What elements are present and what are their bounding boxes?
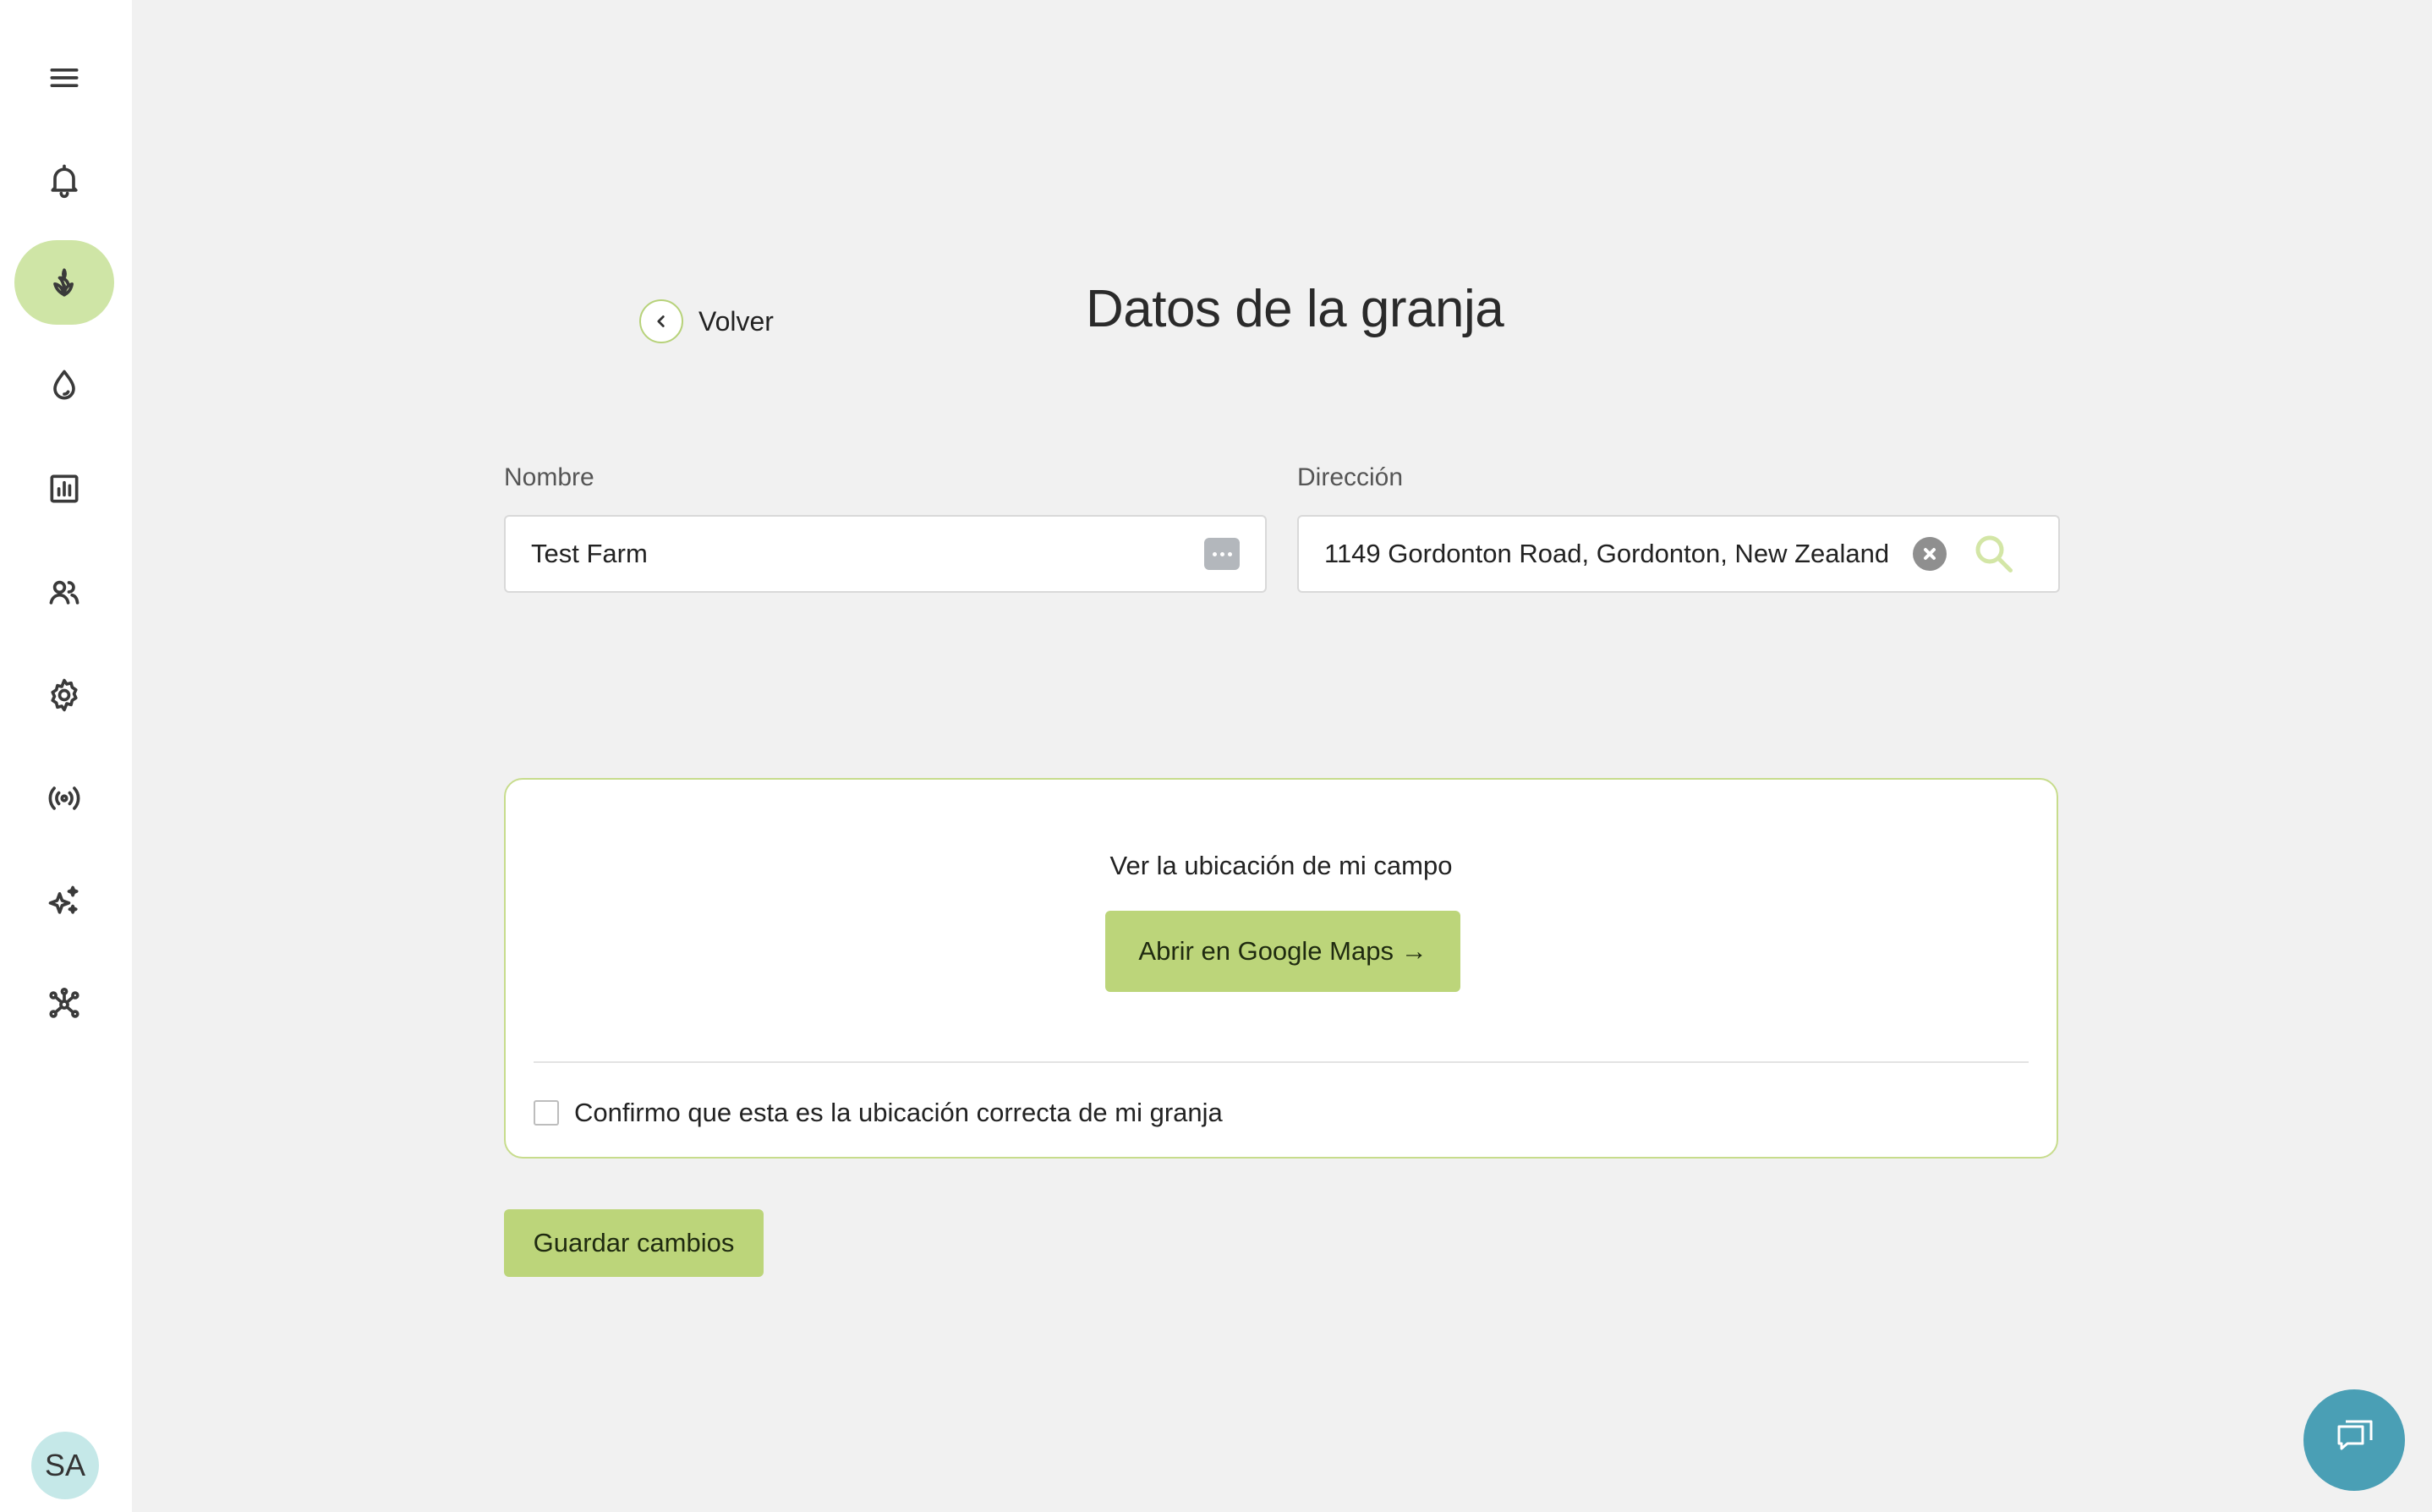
chart-icon: [50, 474, 79, 503]
chat-button[interactable]: [2303, 1389, 2405, 1491]
menu-button[interactable]: [14, 36, 114, 120]
menu-icon: [50, 68, 79, 87]
back-button[interactable]: Volver: [639, 299, 774, 343]
plant-icon: [53, 268, 74, 297]
search-icon[interactable]: [1972, 532, 2016, 576]
chat-icon: [2337, 1420, 2373, 1450]
water-drop-icon: [53, 370, 75, 400]
users-icon: [49, 580, 79, 605]
name-field[interactable]: [531, 539, 1196, 569]
page-title: Datos de la granja: [1086, 280, 1504, 338]
confirm-location-label: Confirmo que esta es la ubicación correc…: [574, 1098, 1223, 1127]
back-label: Volver: [698, 305, 774, 337]
sidebar-item-ai[interactable]: [14, 859, 114, 944]
sidebar: SA: [0, 0, 132, 1512]
sidebar-item-sensors[interactable]: [14, 756, 114, 841]
sidebar-item-settings[interactable]: [14, 653, 114, 737]
signal-icon: [48, 786, 80, 810]
chevron-left-icon: [639, 299, 683, 343]
divider: [534, 1061, 2029, 1063]
gear-icon: [51, 678, 78, 712]
confirm-location-checkbox[interactable]: [534, 1100, 559, 1126]
notifications-button[interactable]: [14, 138, 114, 222]
address-label: Dirección: [1297, 463, 1404, 491]
location-card-text: Ver la ubicación de mi campo: [1109, 851, 1453, 880]
avatar[interactable]: SA: [31, 1432, 99, 1499]
address-field[interactable]: [1324, 539, 1901, 569]
sidebar-item-farm[interactable]: [14, 240, 114, 325]
name-field-box: [504, 515, 1267, 593]
open-google-maps-button[interactable]: Abrir en Google Maps →: [1105, 911, 1460, 992]
sparkle-icon: [48, 885, 79, 914]
network-icon: [49, 988, 79, 1018]
sidebar-item-water[interactable]: [14, 343, 114, 428]
location-card: Ver la ubicación de mi campo Abrir en Go…: [504, 778, 2058, 1159]
clear-icon[interactable]: [1913, 537, 1947, 571]
confirm-location-row[interactable]: Confirmo que esta es la ubicación correc…: [534, 1098, 1223, 1128]
sidebar-item-integrations[interactable]: [14, 962, 114, 1047]
name-label: Nombre: [504, 463, 594, 491]
bell-icon: [51, 164, 78, 199]
address-field-box: [1297, 515, 2060, 593]
more-options-icon[interactable]: [1204, 538, 1240, 570]
sidebar-item-users[interactable]: [14, 550, 114, 634]
sidebar-item-reports[interactable]: [14, 446, 114, 531]
save-button[interactable]: Guardar cambios: [504, 1209, 764, 1277]
